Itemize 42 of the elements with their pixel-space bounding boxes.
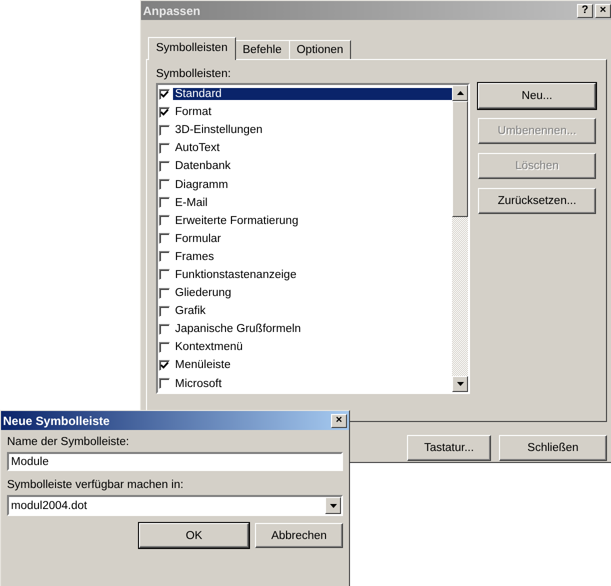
list-item[interactable]: Formular (158, 230, 452, 248)
field-label: Name der Symbolleiste: (7, 436, 130, 448)
scrollbar[interactable] (452, 85, 468, 392)
list-item[interactable]: Funktionstastenanzeige (158, 266, 452, 284)
close-button[interactable]: × (595, 4, 611, 18)
scroll-down-button[interactable] (452, 376, 468, 392)
help-button[interactable]: ? (577, 4, 593, 18)
window-title: Anpassen (143, 4, 200, 18)
scroll-up-button[interactable] (452, 85, 468, 101)
dialog-button[interactable]: Tastatur... (407, 435, 491, 461)
name-field[interactable]: Module (7, 452, 343, 471)
tab[interactable]: Optionen (288, 40, 352, 59)
checkbox[interactable] (159, 88, 170, 100)
list-item[interactable]: Diagramm (158, 175, 452, 194)
list-item[interactable]: Menüleiste (158, 356, 452, 374)
list-item[interactable]: Frames (158, 248, 452, 266)
dialog-button[interactable]: Neu... (478, 83, 596, 109)
list-item[interactable]: 3D-Einstellungen (158, 121, 452, 140)
list-item[interactable]: Japanische Grußformeln (158, 320, 452, 338)
list-item[interactable]: AutoText (158, 139, 452, 158)
close-button[interactable]: × (331, 414, 347, 428)
list-item[interactable]: E-Mail (158, 194, 452, 212)
dialog-button[interactable]: Abbrechen (255, 523, 343, 548)
list-item[interactable]: Gliederung (158, 284, 452, 302)
tab[interactable]: Symbolleisten (148, 37, 236, 60)
list-item[interactable]: Format (158, 103, 452, 122)
location-dropdown[interactable]: modul2004.dot (7, 495, 343, 516)
down-arrow-icon (330, 504, 336, 508)
list-item[interactable]: Kontextmenü (158, 338, 452, 356)
window-title: Neue Symbolleiste (3, 414, 110, 428)
field-label: Symbolleiste verfügbar machen in: (7, 479, 184, 491)
list-label: Symbolleisten: (156, 68, 232, 80)
dialog-button[interactable]: OK (139, 523, 249, 548)
list-item[interactable]: Grafik (158, 302, 452, 320)
list-item[interactable]: Microsoft (158, 374, 452, 392)
dialog-button[interactable]: Schließen (499, 435, 607, 461)
list-item[interactable]: Erweiterte Formatierung (158, 212, 452, 230)
list-item[interactable]: Datenbank (158, 157, 452, 176)
dialog-button[interactable]: Zurücksetzen... (478, 188, 596, 214)
up-arrow-icon (456, 91, 464, 95)
down-arrow-icon (456, 382, 464, 386)
scrollbar-thumb[interactable] (452, 101, 468, 217)
